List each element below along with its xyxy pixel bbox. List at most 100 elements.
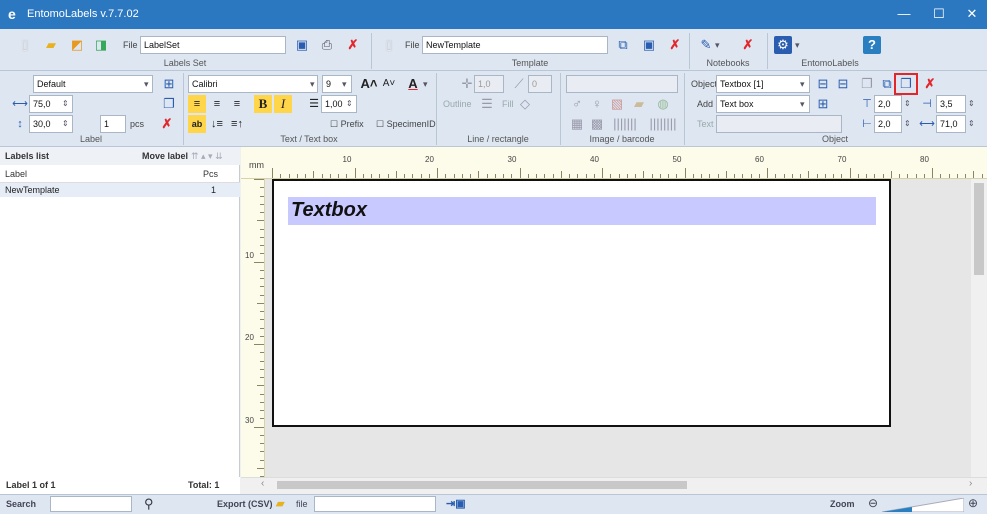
scrollbar-thumb[interactable]	[277, 481, 687, 489]
object-next-icon[interactable]: ⊟	[834, 75, 852, 93]
label-count-input[interactable]: 1	[100, 115, 126, 133]
add-template-icon[interactable]: ⊞	[160, 75, 178, 93]
line-angle-input[interactable]: 0	[528, 75, 552, 93]
folder-icon[interactable]: ▰	[276, 497, 284, 510]
zoom-in-icon[interactable]: ⊕	[968, 496, 978, 510]
chevron-down-icon[interactable]: ▾	[144, 75, 149, 93]
object-combo[interactable]: Textbox [1]	[716, 75, 810, 93]
print-icon[interactable]: ⎙	[318, 36, 336, 54]
prefix-checkbox[interactable]: ☐ Prefix	[330, 115, 364, 133]
spinner-icon[interactable]: ⇕	[968, 115, 975, 133]
barcode-wide-icon[interactable]: ||||||||	[646, 115, 680, 133]
delete-notebook-icon[interactable]: ✗	[739, 36, 757, 54]
datamatrix-icon[interactable]: ▩	[588, 115, 606, 133]
scrollbar-thumb[interactable]	[974, 183, 984, 275]
settings-gear-icon[interactable]: ⚙	[774, 36, 792, 54]
font-size-combo[interactable]: 9	[322, 75, 352, 93]
export-save-icon[interactable]: ⇥▣	[446, 497, 466, 510]
margin-top-input[interactable]: 2,0	[874, 95, 902, 113]
barcode-icon[interactable]: |||||||	[608, 115, 642, 133]
new-file-icon[interactable]: ▯	[16, 36, 34, 54]
chevron-down-icon[interactable]: ▾	[800, 75, 805, 93]
vertical-scrollbar[interactable]	[971, 179, 987, 477]
chevron-down-icon[interactable]: ▾	[423, 75, 428, 93]
delete-object-icon[interactable]: ✗	[921, 75, 939, 93]
open-folder-icon[interactable]: ▰	[42, 36, 60, 54]
wrap-text-icon[interactable]: ab	[188, 115, 206, 133]
outline-style-icon[interactable]: ☰	[478, 95, 496, 113]
minimize-button[interactable]: —	[889, 4, 919, 24]
export-file-input[interactable]	[314, 496, 436, 512]
delete-label-icon[interactable]: ✗	[158, 115, 176, 133]
object-text-input[interactable]	[716, 115, 842, 133]
specimenid-checkbox[interactable]: ☐ SpecimenID	[376, 115, 436, 133]
font-color-icon[interactable]: A	[404, 75, 422, 93]
sort-up-icon[interactable]: ≡↑	[228, 115, 246, 133]
sort-down-icon[interactable]: ↓≡	[208, 115, 226, 133]
search-input[interactable]	[50, 496, 132, 512]
open-image-icon[interactable]: ▰	[630, 95, 648, 113]
import-icon[interactable]: ◩	[68, 36, 86, 54]
image-path-input[interactable]	[566, 75, 678, 93]
save-template-icon[interactable]: ▣	[640, 36, 658, 54]
insert-image-icon[interactable]: ▧	[608, 95, 626, 113]
chevron-down-icon[interactable]: ▾	[795, 36, 800, 54]
close-button[interactable]: ✕	[957, 4, 987, 24]
line-width-input[interactable]: 1,0	[474, 75, 504, 93]
chevron-down-icon[interactable]: ▾	[715, 36, 720, 54]
spinner-icon[interactable]: ⇕	[62, 95, 69, 113]
align-left-icon[interactable]: ≡	[188, 95, 206, 113]
scroll-left-icon[interactable]: ‹	[261, 478, 264, 489]
edit-template-icon[interactable]: ⧉	[614, 36, 632, 54]
add-object-combo[interactable]: Text box	[716, 95, 810, 113]
list-item[interactable]: NewTemplate 1	[0, 183, 240, 197]
chevron-down-icon[interactable]: ▾	[800, 95, 805, 113]
move-label-arrows-icon[interactable]: ⇈ ▴ ▾ ⇊	[191, 147, 223, 165]
margin-left-input[interactable]: 2,0	[874, 115, 902, 133]
grow-font-icon[interactable]: A˄	[360, 75, 378, 93]
delete-labelset-icon[interactable]: ✗	[344, 36, 362, 54]
chevron-down-icon[interactable]: ▾	[310, 75, 315, 93]
notebook-icon[interactable]: ✎	[697, 36, 715, 54]
label-preview[interactable]: Textbox	[272, 179, 891, 427]
font-combo[interactable]: Calibri	[188, 75, 318, 93]
export-icon[interactable]: ◨	[92, 36, 110, 54]
object-prev-icon[interactable]: ⊟	[814, 75, 832, 93]
angle-icon[interactable]: ⟋	[510, 75, 528, 93]
add-object-icon[interactable]: ⊞	[814, 95, 832, 113]
new-template-icon[interactable]: ▯	[380, 36, 398, 54]
paste-disabled-icon[interactable]: ❐	[858, 75, 876, 93]
spinner-icon[interactable]: ⇕	[904, 95, 911, 113]
copy-label-icon[interactable]: ❐	[160, 95, 178, 113]
save-labelset-icon[interactable]: ▣	[293, 36, 311, 54]
female-symbol-icon[interactable]: ♀	[588, 95, 606, 113]
object-width-input[interactable]: 71,0	[936, 115, 966, 133]
align-right-icon[interactable]: ≡	[228, 95, 246, 113]
column-pcs-header[interactable]: Pcs	[203, 165, 218, 183]
textbox-object[interactable]: Textbox	[288, 197, 876, 225]
column-label-header[interactable]: Label	[5, 169, 27, 179]
maximize-button[interactable]: ☐	[924, 4, 954, 24]
template-file-input[interactable]: NewTemplate	[422, 36, 608, 54]
qr-code-icon[interactable]: ▦	[568, 115, 586, 133]
search-icon[interactable]: ⚲	[144, 496, 154, 512]
copy-object-icon[interactable]: ❐	[894, 73, 918, 95]
horizontal-scrollbar[interactable]: ‹ ›	[241, 477, 987, 491]
italic-button[interactable]: I	[274, 95, 292, 113]
spinner-icon[interactable]: ⇕	[968, 95, 975, 113]
fill-color-icon[interactable]: ◇	[516, 95, 534, 113]
spinner-icon[interactable]: ⇕	[62, 115, 69, 133]
refresh-image-icon[interactable]: ◍	[654, 95, 672, 113]
shrink-font-icon[interactable]: A˅	[380, 75, 398, 93]
scroll-right-icon[interactable]: ›	[969, 478, 972, 489]
help-icon[interactable]: ?	[863, 36, 881, 54]
align-center-icon[interactable]: ≡	[208, 95, 226, 113]
zoom-slider[interactable]	[882, 498, 964, 512]
zoom-out-icon[interactable]: ⊖	[868, 496, 878, 510]
template-combo[interactable]: Default	[33, 75, 153, 93]
bold-button[interactable]: B	[254, 95, 272, 113]
margin-right-input[interactable]: 3,5	[936, 95, 966, 113]
spinner-icon[interactable]: ⇕	[346, 95, 353, 113]
chevron-down-icon[interactable]: ▾	[342, 75, 347, 93]
labelset-file-input[interactable]: LabelSet	[140, 36, 286, 54]
